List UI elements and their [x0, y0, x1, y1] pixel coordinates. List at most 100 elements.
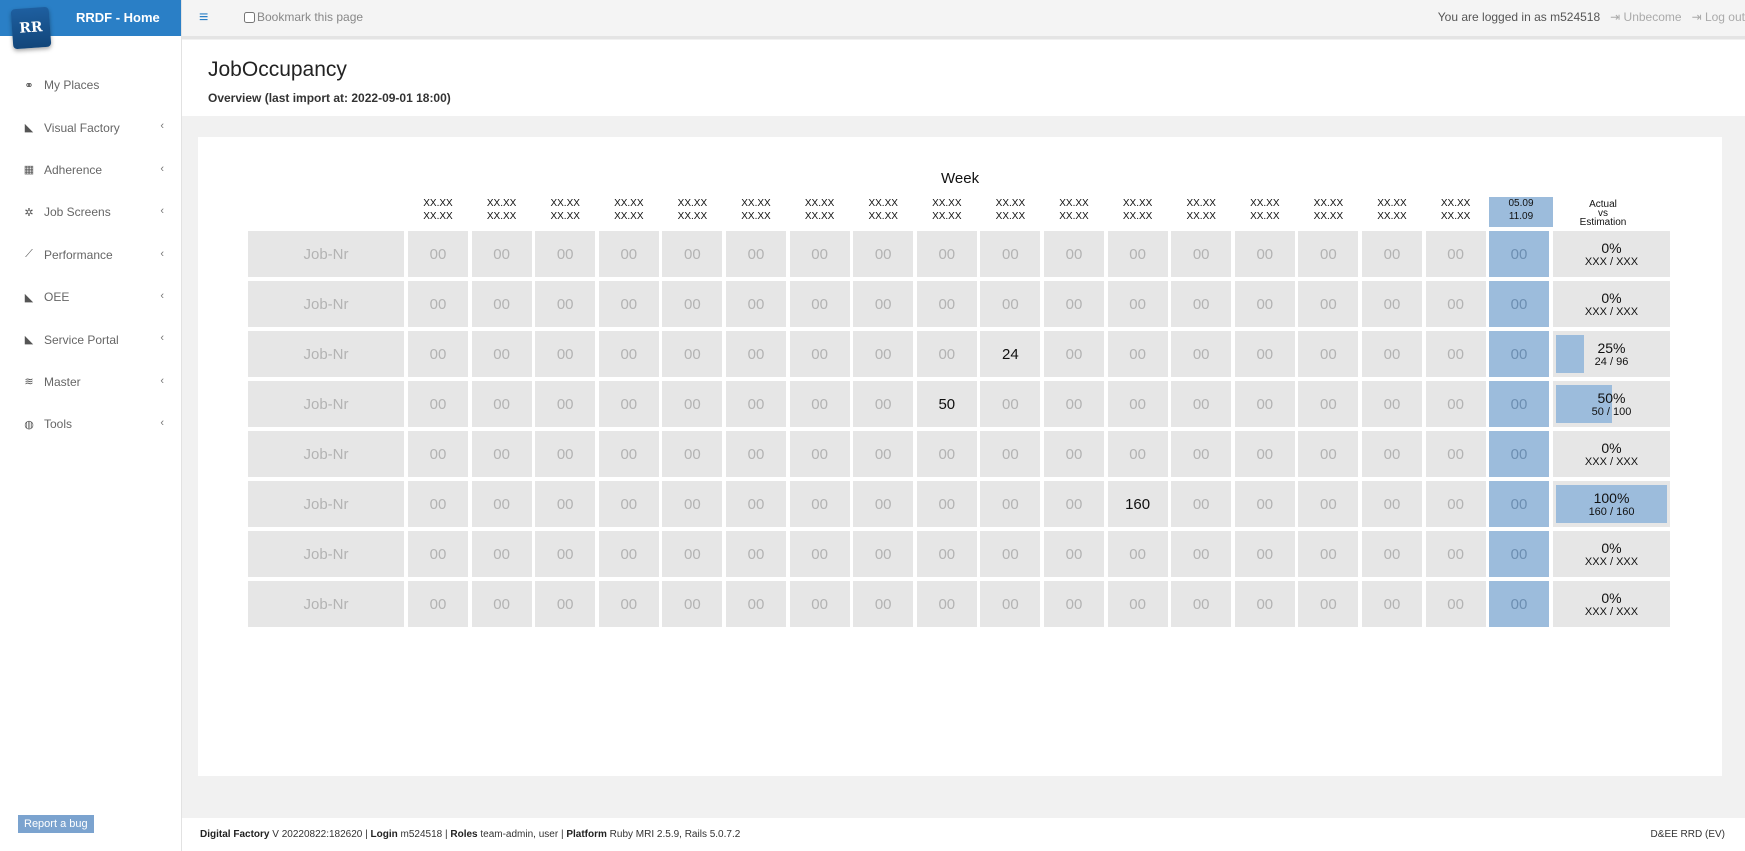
- week-hours-cell[interactable]: 00: [789, 381, 850, 427]
- week-hours-cell[interactable]: 00: [535, 231, 596, 277]
- week-hours-cell[interactable]: 00: [1044, 381, 1104, 427]
- week-hours-cell[interactable]: 00: [1234, 331, 1295, 377]
- week-hours-cell[interactable]: 00: [789, 331, 850, 377]
- week-hours-cell[interactable]: 00: [1171, 231, 1232, 277]
- week-hours-cell[interactable]: 00: [1362, 281, 1422, 327]
- week-hours-cell[interactable]: 00: [1298, 531, 1359, 577]
- week-hours-cell[interactable]: 00: [1171, 281, 1232, 327]
- week-hours-cell[interactable]: 00: [1044, 531, 1104, 577]
- week-hours-cell[interactable]: 00: [598, 481, 659, 527]
- week-hours-cell[interactable]: 00: [1171, 481, 1232, 527]
- job-number-cell[interactable]: Job-Nr: [248, 231, 404, 277]
- week-hours-cell[interactable]: 00: [598, 581, 659, 627]
- week-hours-cell[interactable]: 00: [662, 231, 723, 277]
- week-hours-cell[interactable]: 00: [1298, 281, 1359, 327]
- menu-toggle-icon[interactable]: ≡: [199, 9, 208, 27]
- week-hours-cell[interactable]: 00: [535, 381, 596, 427]
- week-hours-cell[interactable]: 00: [1234, 431, 1295, 477]
- week-hours-cell[interactable]: 00: [408, 481, 468, 527]
- week-hours-cell[interactable]: 00: [471, 481, 532, 527]
- week-hours-cell[interactable]: 00: [853, 481, 914, 527]
- week-hours-cell[interactable]: 160: [1107, 481, 1168, 527]
- week-hours-cell[interactable]: 00: [471, 331, 532, 377]
- sidebar-item-visual-factory[interactable]: ◣ Visual Factory ‹: [0, 106, 181, 148]
- week-hours-cell[interactable]: 00: [980, 531, 1041, 577]
- week-hours-cell[interactable]: 00: [1107, 381, 1168, 427]
- job-number-cell[interactable]: Job-Nr: [248, 331, 404, 377]
- current-week-cell[interactable]: 00: [1489, 381, 1549, 427]
- week-hours-cell[interactable]: 00: [1425, 581, 1486, 627]
- week-hours-cell[interactable]: 00: [980, 231, 1041, 277]
- week-hours-cell[interactable]: 00: [1298, 231, 1359, 277]
- week-hours-cell[interactable]: 00: [1234, 231, 1295, 277]
- week-hours-cell[interactable]: 00: [726, 281, 786, 327]
- week-hours-cell[interactable]: 00: [1298, 481, 1359, 527]
- week-hours-cell[interactable]: 00: [1171, 331, 1232, 377]
- week-hours-cell[interactable]: 00: [916, 531, 977, 577]
- week-hours-cell[interactable]: 00: [1362, 381, 1422, 427]
- job-number-cell[interactable]: Job-Nr: [248, 481, 404, 527]
- week-hours-cell[interactable]: 00: [1425, 431, 1486, 477]
- week-hours-cell[interactable]: 00: [980, 581, 1041, 627]
- unbecome-link[interactable]: ⇥ Unbecome: [1610, 10, 1681, 24]
- current-week-cell[interactable]: 00: [1489, 531, 1549, 577]
- week-hours-cell[interactable]: 00: [853, 431, 914, 477]
- week-hours-cell[interactable]: 00: [1234, 281, 1295, 327]
- week-hours-cell[interactable]: 00: [1044, 581, 1104, 627]
- week-hours-cell[interactable]: 00: [916, 231, 977, 277]
- week-hours-cell[interactable]: 00: [1234, 531, 1295, 577]
- week-hours-cell[interactable]: 00: [408, 331, 468, 377]
- week-hours-cell[interactable]: 00: [535, 431, 596, 477]
- week-hours-cell[interactable]: 00: [662, 281, 723, 327]
- week-hours-cell[interactable]: 00: [1362, 231, 1422, 277]
- week-hours-cell[interactable]: 00: [853, 581, 914, 627]
- week-hours-cell[interactable]: 00: [1425, 481, 1486, 527]
- week-hours-cell[interactable]: 00: [408, 231, 468, 277]
- sidebar-item-tools[interactable]: ◍ Tools ‹: [0, 403, 181, 445]
- week-hours-cell[interactable]: 00: [1234, 481, 1295, 527]
- week-hours-cell[interactable]: 00: [916, 281, 977, 327]
- week-hours-cell[interactable]: 00: [662, 481, 723, 527]
- week-hours-cell[interactable]: 00: [916, 581, 977, 627]
- week-hours-cell[interactable]: 00: [408, 381, 468, 427]
- week-hours-cell[interactable]: 00: [1171, 531, 1232, 577]
- sidebar-item-service-portal[interactable]: ◣ Service Portal ‹: [0, 318, 181, 360]
- sidebar-item-master[interactable]: ≋ Master ‹: [0, 361, 181, 403]
- week-hours-cell[interactable]: 00: [789, 231, 850, 277]
- week-hours-cell[interactable]: 00: [1107, 581, 1168, 627]
- brand-bar[interactable]: RR RRDF - Home: [0, 0, 181, 50]
- week-hours-cell[interactable]: 00: [1425, 331, 1486, 377]
- week-hours-cell[interactable]: 00: [1298, 581, 1359, 627]
- week-hours-cell[interactable]: 00: [853, 231, 914, 277]
- week-hours-cell[interactable]: 00: [535, 481, 596, 527]
- week-hours-cell[interactable]: 00: [916, 481, 977, 527]
- week-hours-cell[interactable]: 00: [1425, 531, 1486, 577]
- week-hours-cell[interactable]: 00: [598, 231, 659, 277]
- week-hours-cell[interactable]: 00: [471, 281, 532, 327]
- week-hours-cell[interactable]: 00: [916, 431, 977, 477]
- bookmark-checkbox[interactable]: [244, 11, 255, 23]
- sidebar-item-job-screens[interactable]: ✲ Job Screens ‹: [0, 191, 181, 233]
- week-hours-cell[interactable]: 00: [1044, 431, 1104, 477]
- week-hours-cell[interactable]: 00: [662, 581, 723, 627]
- week-hours-cell[interactable]: 00: [535, 281, 596, 327]
- report-bug-button[interactable]: Report a bug: [18, 815, 94, 833]
- current-week-cell[interactable]: 00: [1489, 331, 1549, 377]
- brand-logo[interactable]: RR: [10, 6, 52, 50]
- week-hours-cell[interactable]: 00: [726, 431, 786, 477]
- week-hours-cell[interactable]: 00: [1362, 531, 1422, 577]
- week-hours-cell[interactable]: 50: [916, 381, 977, 427]
- week-hours-cell[interactable]: 00: [980, 381, 1041, 427]
- week-hours-cell[interactable]: 00: [916, 331, 977, 377]
- sidebar-item-oee[interactable]: ◣ OEE ‹: [0, 276, 181, 318]
- week-hours-cell[interactable]: 00: [1107, 531, 1168, 577]
- sidebar-item-performance[interactable]: ⟋ Performance ‹: [0, 234, 181, 276]
- job-number-cell[interactable]: Job-Nr: [248, 531, 404, 577]
- week-hours-cell[interactable]: 00: [662, 381, 723, 427]
- week-hours-cell[interactable]: 00: [471, 381, 532, 427]
- job-number-cell[interactable]: Job-Nr: [248, 381, 404, 427]
- week-hours-cell[interactable]: 00: [853, 531, 914, 577]
- job-number-cell[interactable]: Job-Nr: [248, 431, 404, 477]
- week-hours-cell[interactable]: 00: [1107, 431, 1168, 477]
- brand-title[interactable]: RRDF - Home: [76, 10, 160, 25]
